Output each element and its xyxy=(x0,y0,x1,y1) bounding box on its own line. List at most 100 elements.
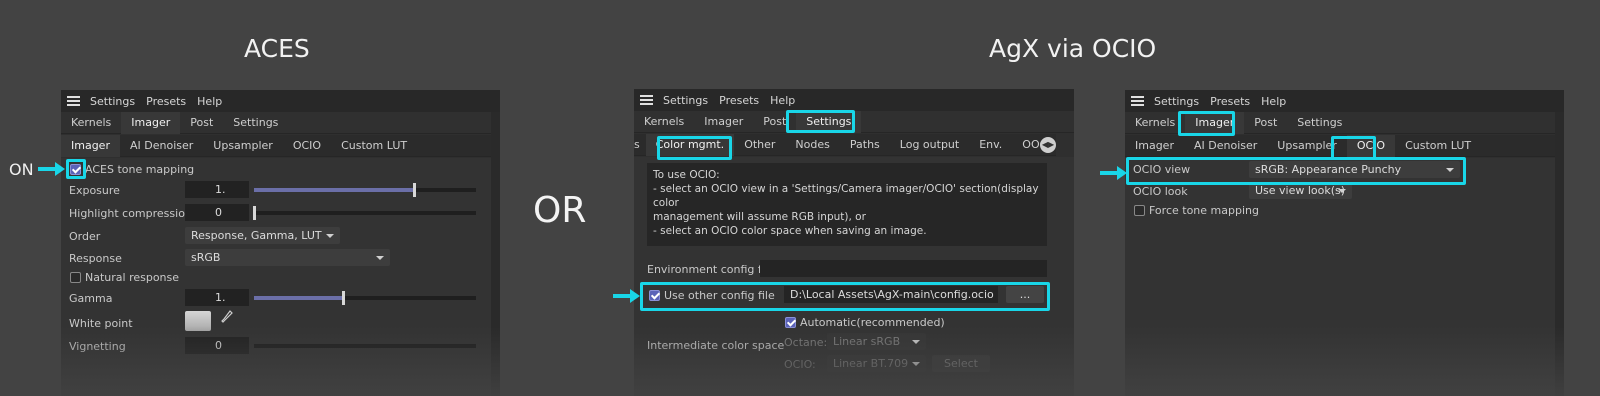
slider-fill xyxy=(254,188,414,192)
tab-kernels[interactable]: Kernels xyxy=(61,112,121,134)
menubar: Settings Presets Help xyxy=(61,90,500,112)
order-dropdown[interactable]: Response, Gamma, LUT xyxy=(185,227,340,244)
ocio-value: Linear BT.709 xyxy=(833,357,909,370)
menubar: Settings Presets Help xyxy=(1125,90,1564,112)
subtab-upsampler[interactable]: Upsampler xyxy=(203,135,283,157)
ocio-label: OCIO: xyxy=(784,358,816,371)
tab-settings[interactable]: Settings xyxy=(223,112,288,134)
order-value: Response, Gamma, LUT xyxy=(191,229,322,242)
gamma-slider[interactable] xyxy=(254,291,476,305)
vignetting-slider[interactable] xyxy=(254,344,476,348)
automatic-checkbox[interactable] xyxy=(785,317,796,328)
subtab-ocio[interactable]: OCIO xyxy=(283,135,331,157)
imager-subtabs: Imager AI Denoiser Upsampler OCIO Custom… xyxy=(1125,134,1564,157)
select-button[interactable]: Select xyxy=(932,355,990,372)
tab-post[interactable]: Post xyxy=(1244,112,1287,134)
exposure-slider[interactable] xyxy=(254,183,476,197)
info-line: management will assume RGB input), or xyxy=(653,211,866,223)
main-tabs: Kernels Imager Post Settings xyxy=(1125,111,1564,134)
response-dropdown[interactable]: sRGB xyxy=(185,249,390,266)
tab-kernels[interactable]: Kernels xyxy=(1125,112,1185,134)
menu-help[interactable]: Help xyxy=(770,94,795,107)
subtab-paths[interactable]: Paths xyxy=(840,134,890,156)
tab-scroll-icon[interactable]: ◀▶ xyxy=(1040,137,1056,153)
chevron-down-icon xyxy=(1446,168,1454,172)
subtab-log-output[interactable]: Log output xyxy=(890,134,969,156)
browse-button[interactable]: ... xyxy=(1006,286,1044,303)
eyedropper-icon[interactable] xyxy=(221,310,233,324)
subtab-custom-lut[interactable]: Custom LUT xyxy=(1395,135,1481,157)
or-label: OR xyxy=(533,190,587,231)
hamburger-menu-icon[interactable] xyxy=(640,95,653,105)
exposure-value[interactable]: 1. xyxy=(185,181,249,198)
settings-panel: Settings Presets Help Kernels Imager Pos… xyxy=(634,89,1074,396)
subtab-custom-lut[interactable]: Custom LUT xyxy=(331,135,417,157)
subtab-color-mgmt[interactable]: Color mgmt. xyxy=(645,133,735,156)
menu-settings[interactable]: Settings xyxy=(90,95,135,108)
slider-thumb[interactable] xyxy=(341,291,345,305)
menu-settings[interactable]: Settings xyxy=(663,94,708,107)
response-label: Response xyxy=(69,252,122,265)
main-tabs: Kernels Imager Post Settings xyxy=(634,110,1074,133)
tab-settings[interactable]: Settings xyxy=(796,110,862,133)
force-tone-mapping-checkbox[interactable] xyxy=(1134,205,1145,216)
tab-imager[interactable]: Imager xyxy=(694,111,753,133)
tab-post[interactable]: Post xyxy=(753,111,796,133)
hamburger-menu-icon[interactable] xyxy=(67,96,80,106)
tab-settings[interactable]: Settings xyxy=(1287,112,1352,134)
subtab-other[interactable]: Other xyxy=(734,134,785,156)
ocio-content: OCIO view sRGB: Appearance Punchy OCIO l… xyxy=(1125,158,1564,396)
tab-kernels[interactable]: Kernels xyxy=(634,111,694,133)
subtab-partial[interactable]: s xyxy=(634,134,646,156)
env-config-input[interactable] xyxy=(760,260,1047,277)
menu-presets[interactable]: Presets xyxy=(1210,95,1250,108)
octane-dropdown[interactable]: Linear sRGB xyxy=(827,333,926,350)
chevron-down-icon xyxy=(376,256,384,260)
ocio-view-value: sRGB: Appearance Punchy xyxy=(1255,163,1402,176)
highlight-compression-slider[interactable] xyxy=(253,206,476,220)
menu-help[interactable]: Help xyxy=(1261,95,1286,108)
aces-heading: ACES xyxy=(244,34,310,63)
use-other-config-label: Use other config file xyxy=(664,289,775,302)
menu-settings[interactable]: Settings xyxy=(1154,95,1199,108)
subtab-ai-denoiser[interactable]: AI Denoiser xyxy=(1184,135,1267,157)
subtab-imager[interactable]: Imager xyxy=(1125,135,1184,157)
menu-presets[interactable]: Presets xyxy=(146,95,186,108)
color-mgmt-content: To use OCIO: - select an OCIO view in a … xyxy=(634,157,1074,396)
vignetting-value[interactable]: 0 xyxy=(185,337,249,354)
subtab-nodes[interactable]: Nodes xyxy=(785,134,839,156)
white-point-swatch[interactable] xyxy=(185,311,211,331)
subtab-ai-denoiser[interactable]: AI Denoiser xyxy=(120,135,203,157)
tab-post[interactable]: Post xyxy=(180,112,223,134)
slider-thumb[interactable] xyxy=(253,206,256,220)
gamma-value[interactable]: 1. xyxy=(185,289,249,306)
scrollbar[interactable] xyxy=(491,112,500,396)
hamburger-menu-icon[interactable] xyxy=(1131,96,1144,106)
use-other-config-checkbox[interactable] xyxy=(649,290,660,301)
imager-subtabs: Imager AI Denoiser Upsampler OCIO Custom… xyxy=(61,134,500,157)
subtab-ocio[interactable]: OCIO xyxy=(1346,134,1396,157)
force-tone-mapping-label: Force tone mapping xyxy=(1149,204,1259,217)
arrow-right-icon xyxy=(1100,166,1127,180)
menu-help[interactable]: Help xyxy=(197,95,222,108)
config-path-input[interactable]: D:\Local Assets\AgX-main\config.ocio xyxy=(784,286,998,303)
info-line: - select an OCIO view in a 'Settings/Cam… xyxy=(653,183,1039,209)
scrollbar[interactable] xyxy=(1555,112,1564,396)
subtab-env[interactable]: Env. xyxy=(969,134,1012,156)
ocio-look-dropdown[interactable]: Use view look(s) xyxy=(1249,182,1352,199)
subtab-upsampler[interactable]: Upsampler xyxy=(1267,135,1347,157)
aces-tone-mapping-checkbox[interactable] xyxy=(70,164,81,175)
on-label: ON xyxy=(9,160,34,179)
slider-thumb[interactable] xyxy=(412,183,416,197)
highlight-compression-value[interactable]: 0 xyxy=(185,204,249,221)
natural-response-checkbox[interactable] xyxy=(70,272,81,283)
chevron-down-icon xyxy=(326,234,334,238)
subtab-imager[interactable]: Imager xyxy=(61,134,120,157)
ocio-view-dropdown[interactable]: sRGB: Appearance Punchy xyxy=(1249,161,1460,178)
aces-tone-mapping-label: ACES tone mapping xyxy=(85,163,195,176)
tab-imager[interactable]: Imager xyxy=(121,111,181,134)
menu-presets[interactable]: Presets xyxy=(719,94,759,107)
ocio-dropdown[interactable]: Linear BT.709 xyxy=(827,355,926,372)
tab-imager[interactable]: Imager xyxy=(1185,111,1245,134)
chevron-down-icon xyxy=(912,362,920,366)
